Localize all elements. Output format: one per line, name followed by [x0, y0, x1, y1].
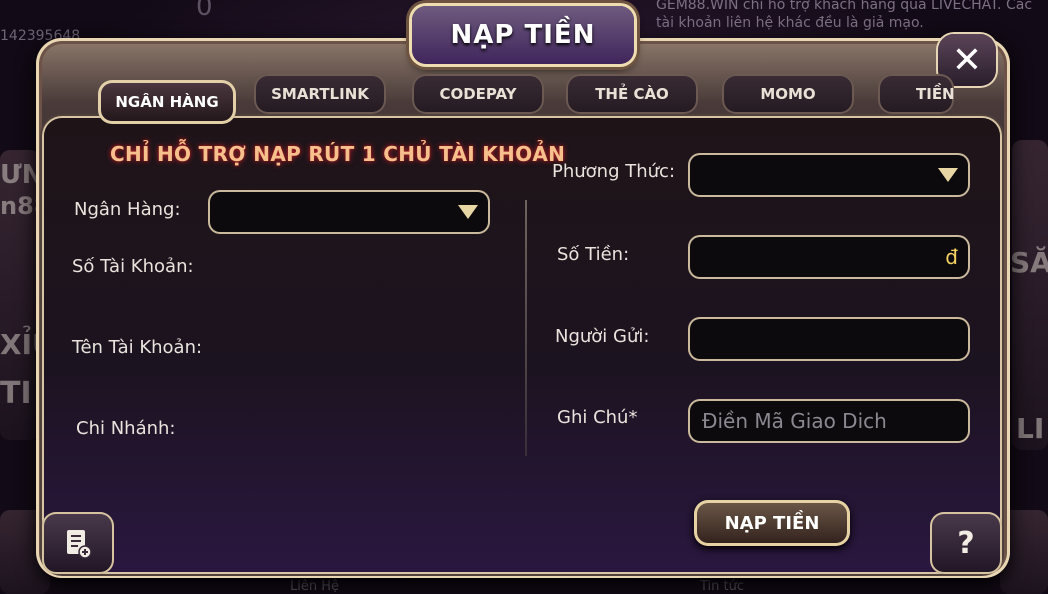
- promo-right-text-2: LI: [1016, 412, 1045, 445]
- promo-banner-right: [1012, 140, 1048, 450]
- help-icon: ?: [957, 525, 975, 561]
- note-input[interactable]: Điền Mã Giao Dich: [690, 401, 968, 441]
- promo-right-text-1: SĂ: [1010, 246, 1048, 279]
- method-select[interactable]: [690, 155, 968, 195]
- column-divider: [525, 200, 527, 456]
- footer-news[interactable]: Tin tức: [700, 579, 744, 594]
- notice-banner: CHỈ HỖ TRỢ NẠP RÚT 1 CHỦ TÀI KHOẢN: [110, 142, 566, 166]
- tab-scratch-card[interactable]: THẺ CÀO: [566, 74, 698, 114]
- sender-input[interactable]: [690, 319, 968, 359]
- dropdown-arrow-icon: [938, 168, 958, 182]
- sender-label: Người Gửi:: [555, 326, 650, 347]
- zero-counter: 0: [196, 0, 213, 22]
- method-label: Phương Thức:: [552, 161, 676, 182]
- note-label: Ghi Chú*: [557, 407, 638, 428]
- amount-input[interactable]: đ: [690, 237, 968, 277]
- deposit-submit-button[interactable]: NẠP TIỀN: [694, 500, 850, 546]
- close-x-icon: ✕: [951, 39, 983, 81]
- tab-bank[interactable]: NGÂN HÀNG: [98, 80, 236, 124]
- note-placeholder: Điền Mã Giao Dich: [702, 409, 887, 433]
- account-number-label: Số Tài Khoản:: [72, 256, 194, 277]
- promo-left-text-4: TI: [0, 376, 32, 411]
- tab-smartlink[interactable]: SMARTLINK: [254, 74, 386, 114]
- tab-momo[interactable]: MOMO: [722, 74, 854, 114]
- bank-label: Ngân Hàng:: [74, 199, 181, 220]
- branch-label: Chi Nhánh:: [76, 418, 176, 439]
- dropdown-arrow-icon: [458, 205, 478, 219]
- account-name-label: Tên Tài Khoản:: [72, 337, 203, 358]
- dialog-title: NẠP TIỀN: [412, 6, 634, 64]
- history-button[interactable]: [42, 512, 114, 574]
- footer-contact[interactable]: Liên Hệ: [290, 579, 339, 594]
- currency-suffix: đ: [945, 245, 958, 269]
- announcement-text: GEM88.WIN chỉ hỗ trợ khách hàng qua LIVE…: [656, 0, 1033, 31]
- help-button[interactable]: ?: [930, 512, 1002, 574]
- scroll-history-icon: [67, 530, 92, 559]
- bank-select[interactable]: [210, 192, 488, 232]
- amount-label: Số Tiền:: [557, 244, 630, 265]
- tab-crypto[interactable]: TIỀN ĐIỆN TỬ: [878, 74, 954, 114]
- tab-codepay[interactable]: CODEPAY: [412, 74, 544, 114]
